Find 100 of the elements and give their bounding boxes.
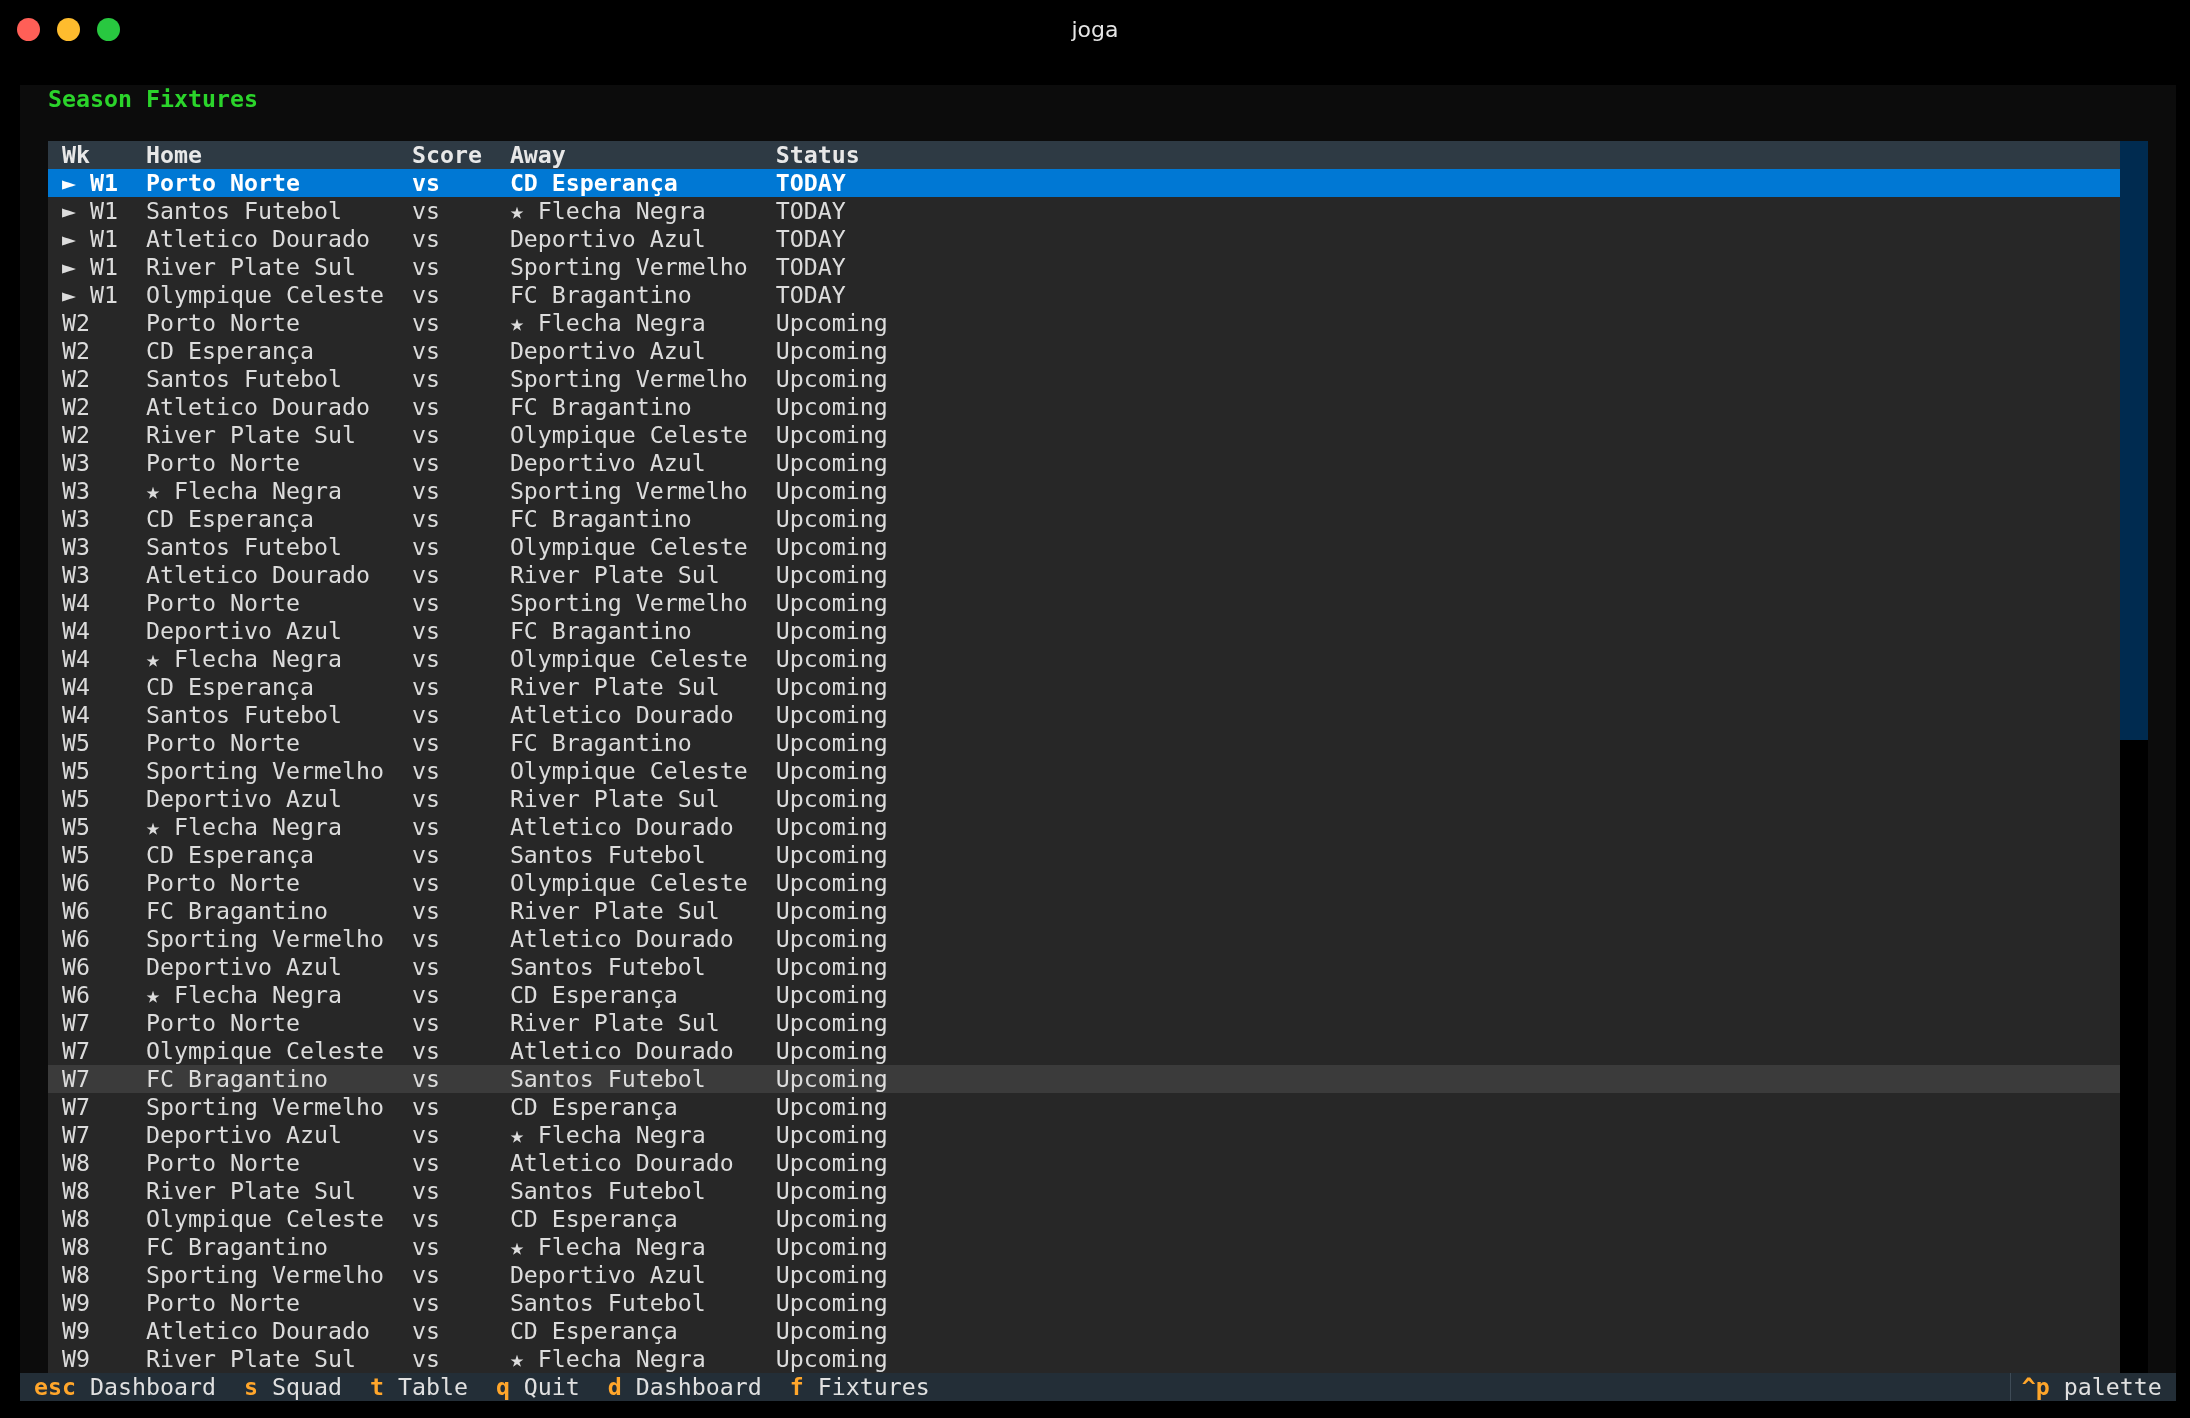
table-cell: Deportivo Azul bbox=[145, 953, 342, 981]
table-row[interactable]: ► W1 Porto Norte vs CD Esperança TODAY bbox=[48, 169, 2120, 197]
table-row[interactable]: W9 River Plate Sul vs ★ Flecha Negra Upcoming bbox=[48, 1345, 2120, 1373]
column-header: Home bbox=[145, 141, 202, 169]
table-cell: Atletico Dourado bbox=[509, 1149, 734, 1177]
table-row[interactable]: W5 Porto Norte vs FC Bragantino Upcoming bbox=[48, 729, 2120, 757]
table-cell: ► W1 bbox=[61, 225, 118, 253]
scrollbar-track[interactable] bbox=[2119, 141, 2148, 1373]
table-cell: W5 bbox=[61, 813, 90, 841]
table-row[interactable]: W7 FC Bragantino vs Santos Futebol Upcoming bbox=[48, 1065, 2120, 1093]
table-row[interactable]: W8 River Plate Sul vs Santos Futebol Upcoming bbox=[48, 1177, 2120, 1205]
shortcut-button[interactable]: s Squad bbox=[243, 1373, 342, 1401]
maximize-button[interactable] bbox=[97, 18, 120, 41]
column-header: Away bbox=[509, 141, 566, 169]
table-row[interactable]: W6 Deportivo Azul vs Santos Futebol Upcoming bbox=[48, 953, 2120, 981]
table-cell: CD Esperança bbox=[145, 673, 314, 701]
table-row[interactable]: ► W1 Olympique Celeste vs FC Bragantino TODAY bbox=[48, 281, 2120, 309]
shortcut-button[interactable]: esc Dashboard bbox=[34, 1373, 216, 1401]
table-row[interactable]: W8 Sporting Vermelho vs Deportivo Azul Upcoming bbox=[48, 1261, 2120, 1289]
table-row[interactable]: W2 CD Esperança vs Deportivo Azul Upcoming bbox=[48, 337, 2120, 365]
table-row[interactable]: W6 FC Bragantino vs River Plate Sul Upcoming bbox=[48, 897, 2120, 925]
table-cell: vs bbox=[411, 953, 440, 981]
table-row[interactable]: W7 Deportivo Azul vs ★ Flecha Negra Upcoming bbox=[48, 1121, 2120, 1149]
table-row[interactable]: W2 Santos Futebol vs Sporting Vermelho Upcoming bbox=[48, 365, 2120, 393]
table-row[interactable]: ► W1 Atletico Dourado vs Deportivo Azul TODAY bbox=[48, 225, 2120, 253]
table-row[interactable]: W4 Deportivo Azul vs FC Bragantino Upcoming bbox=[48, 617, 2120, 645]
table-row[interactable]: W9 Atletico Dourado vs CD Esperança Upcoming bbox=[48, 1317, 2120, 1345]
table-row[interactable]: W5 Deportivo Azul vs River Plate Sul Upcoming bbox=[48, 785, 2120, 813]
table-cell: vs bbox=[411, 925, 440, 953]
table-row[interactable]: W7 Olympique Celeste vs Atletico Dourado Upcoming bbox=[48, 1037, 2120, 1065]
table-cell: CD Esperança bbox=[145, 337, 314, 365]
table-cell: Upcoming bbox=[775, 813, 888, 841]
table-cell: Upcoming bbox=[775, 1121, 888, 1149]
table-cell: Porto Norte bbox=[145, 729, 300, 757]
shortcut-button[interactable]: t Table bbox=[369, 1373, 468, 1401]
table-cell: Upcoming bbox=[775, 589, 888, 617]
table-row[interactable]: W3 ★ Flecha Negra vs Sporting Vermelho Upcoming bbox=[48, 477, 2120, 505]
table-cell: Olympique Celeste bbox=[145, 1037, 384, 1065]
table-cell: Upcoming bbox=[775, 1037, 888, 1065]
table-row[interactable]: W5 CD Esperança vs Santos Futebol Upcoming bbox=[48, 841, 2120, 869]
table-row[interactable]: W8 FC Bragantino vs ★ Flecha Negra Upcoming bbox=[48, 1233, 2120, 1261]
table-cell: FC Bragantino bbox=[509, 617, 692, 645]
table-cell: CD Esperança bbox=[145, 505, 314, 533]
table-cell: Atletico Dourado bbox=[509, 925, 734, 953]
table-row[interactable]: W2 River Plate Sul vs Olympique Celeste Upcoming bbox=[48, 421, 2120, 449]
table-cell: W8 bbox=[61, 1261, 90, 1289]
table-cell: River Plate Sul bbox=[145, 1177, 356, 1205]
palette-button[interactable]: ^p palette bbox=[2021, 1373, 2162, 1401]
table-row[interactable]: W4 Porto Norte vs Sporting Vermelho Upcoming bbox=[48, 589, 2120, 617]
table-cell: vs bbox=[411, 1037, 440, 1065]
table-cell: Upcoming bbox=[775, 1009, 888, 1037]
table-row[interactable]: W7 Sporting Vermelho vs CD Esperança Upcoming bbox=[48, 1093, 2120, 1121]
close-button[interactable] bbox=[17, 18, 40, 41]
table-cell: Deportivo Azul bbox=[509, 337, 706, 365]
table-row[interactable]: ► W1 Santos Futebol vs ★ Flecha Negra TODAY bbox=[48, 197, 2120, 225]
table-row[interactable]: W2 Porto Norte vs ★ Flecha Negra Upcoming bbox=[48, 309, 2120, 337]
minimize-button[interactable] bbox=[57, 18, 80, 41]
table-cell: vs bbox=[411, 561, 440, 589]
table-cell: W2 bbox=[61, 365, 90, 393]
table-row[interactable]: W6 Porto Norte vs Olympique Celeste Upcoming bbox=[48, 869, 2120, 897]
table-cell: River Plate Sul bbox=[145, 421, 356, 449]
table-cell: CD Esperança bbox=[509, 1205, 678, 1233]
table-cell: W4 bbox=[61, 589, 90, 617]
table-cell: vs bbox=[411, 421, 440, 449]
scrollbar-thumb[interactable] bbox=[2119, 141, 2148, 740]
table-row[interactable]: W9 Porto Norte vs Santos Futebol Upcoming bbox=[48, 1289, 2120, 1317]
table-cell: Upcoming bbox=[775, 673, 888, 701]
table-cell: vs bbox=[411, 1345, 440, 1373]
shortcut-button[interactable]: f Fixtures bbox=[789, 1373, 930, 1401]
table-row[interactable]: W3 CD Esperança vs FC Bragantino Upcoming bbox=[48, 505, 2120, 533]
table-cell: River Plate Sul bbox=[509, 897, 720, 925]
table-row[interactable]: W8 Olympique Celeste vs CD Esperança Upcoming bbox=[48, 1205, 2120, 1233]
table-cell: vs bbox=[411, 449, 440, 477]
shortcut-button[interactable]: d Dashboard bbox=[607, 1373, 762, 1401]
table-row[interactable]: W4 CD Esperança vs River Plate Sul Upcoming bbox=[48, 673, 2120, 701]
table-row[interactable]: W3 Atletico Dourado vs River Plate Sul Upcoming bbox=[48, 561, 2120, 589]
table-row[interactable]: W2 Atletico Dourado vs FC Bragantino Upcoming bbox=[48, 393, 2120, 421]
table-row[interactable]: W4 Santos Futebol vs Atletico Dourado Upcoming bbox=[48, 701, 2120, 729]
table-row[interactable]: W3 Porto Norte vs Deportivo Azul Upcoming bbox=[48, 449, 2120, 477]
shortcut-button[interactable]: q Quit bbox=[495, 1373, 580, 1401]
table-cell: Upcoming bbox=[775, 953, 888, 981]
table-cell: vs bbox=[411, 1205, 440, 1233]
table-row[interactable]: W6 Sporting Vermelho vs Atletico Dourado Upcoming bbox=[48, 925, 2120, 953]
table-row[interactable]: W5 ★ Flecha Negra vs Atletico Dourado Upcoming bbox=[48, 813, 2120, 841]
table-row[interactable]: W6 ★ Flecha Negra vs CD Esperança Upcoming bbox=[48, 981, 2120, 1009]
table-cell: TODAY bbox=[775, 225, 846, 253]
table-cell: vs bbox=[411, 813, 440, 841]
table-cell: CD Esperança bbox=[509, 1317, 678, 1345]
table-cell: W5 bbox=[61, 757, 90, 785]
table-row[interactable]: W3 Santos Futebol vs Olympique Celeste Upcoming bbox=[48, 533, 2120, 561]
table-cell: W7 bbox=[61, 1093, 90, 1121]
table-row[interactable]: W8 Porto Norte vs Atletico Dourado Upcoming bbox=[48, 1149, 2120, 1177]
table-row[interactable]: W5 Sporting Vermelho vs Olympique Celeste Upcoming bbox=[48, 757, 2120, 785]
table-row[interactable]: W7 Porto Norte vs River Plate Sul Upcoming bbox=[48, 1009, 2120, 1037]
table-row[interactable]: W4 ★ Flecha Negra vs Olympique Celeste Upcoming bbox=[48, 645, 2120, 673]
table-cell: River Plate Sul bbox=[509, 673, 720, 701]
table-cell: vs bbox=[411, 505, 440, 533]
table-cell: vs bbox=[411, 337, 440, 365]
table-cell: Upcoming bbox=[775, 701, 888, 729]
table-row[interactable]: ► W1 River Plate Sul vs Sporting Vermelho TODAY bbox=[48, 253, 2120, 281]
